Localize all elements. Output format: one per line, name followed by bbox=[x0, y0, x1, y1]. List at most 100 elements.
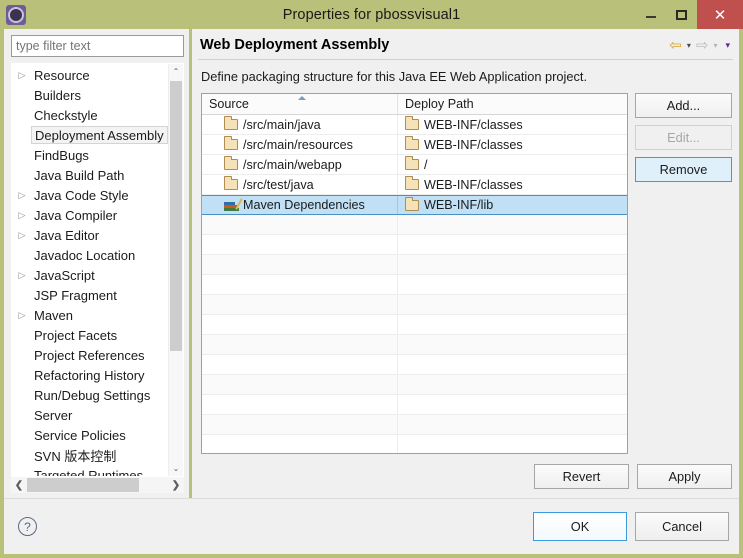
back-arrow-icon[interactable]: ⇦ bbox=[669, 38, 682, 53]
sidebar-item-label: Service Policies bbox=[34, 427, 126, 443]
sidebar-item-label: FindBugs bbox=[34, 147, 89, 163]
sidebar-item-findbugs[interactable]: FindBugs bbox=[12, 145, 168, 165]
folder-icon bbox=[405, 156, 419, 170]
sidebar-item-targeted-runtimes[interactable]: Targeted Runtimes bbox=[12, 465, 168, 477]
scroll-left-button[interactable]: ❮ bbox=[11, 477, 27, 493]
sidebar-item-java-editor[interactable]: ▷ Java Editor bbox=[12, 225, 168, 245]
sidebar-item-java-code-style[interactable]: ▷ Java Code Style bbox=[12, 185, 168, 205]
scroll-thumb[interactable] bbox=[170, 81, 182, 351]
sidebar-item-run-debug-settings[interactable]: Run/Debug Settings bbox=[12, 385, 168, 405]
sidebar-item-checkstyle[interactable]: Checkstyle bbox=[12, 105, 168, 125]
sidebar-item-project-facets[interactable]: Project Facets bbox=[12, 325, 168, 345]
sidebar-item-java-build-path[interactable]: Java Build Path bbox=[12, 165, 168, 185]
expand-chevron-right-icon[interactable]: ▷ bbox=[14, 310, 30, 320]
table-row[interactable]: Maven Dependencies WEB-INF/lib bbox=[202, 195, 627, 215]
sidebar-item-javascript[interactable]: ▷ JavaScript bbox=[12, 265, 168, 285]
table-cell-deploy-path: / bbox=[398, 155, 627, 174]
sidebar-item-maven[interactable]: ▷ Maven bbox=[12, 305, 168, 325]
filter-input[interactable] bbox=[11, 35, 184, 57]
table-empty-row bbox=[202, 295, 627, 315]
sidebar-item-resource[interactable]: ▷ Resource bbox=[12, 65, 168, 85]
scroll-down-button[interactable]: ⌄ bbox=[169, 461, 183, 476]
gear-icon bbox=[6, 4, 26, 25]
sidebar-item-refactoring-history[interactable]: Refactoring History bbox=[12, 365, 168, 385]
sidebar-item-service-policies[interactable]: Service Policies bbox=[12, 425, 168, 445]
help-icon[interactable]: ? bbox=[18, 517, 37, 536]
revert-button[interactable]: Revert bbox=[534, 464, 629, 489]
sidebar-horizontal-scrollbar[interactable]: ❮ ❯ bbox=[11, 477, 184, 493]
sidebar-item-project-references[interactable]: Project References bbox=[12, 345, 168, 365]
column-header-source-label: Source bbox=[209, 97, 249, 111]
table-cell-source-label: Maven Dependencies bbox=[243, 198, 365, 212]
sidebar-item-jsp-fragment[interactable]: JSP Fragment bbox=[12, 285, 168, 305]
apply-button[interactable]: Apply bbox=[637, 464, 732, 489]
scroll-right-button[interactable]: ❯ bbox=[168, 477, 184, 493]
settings-tree: ▷ Resource Builders Checkstyle Deployment As… bbox=[11, 63, 184, 477]
footer-buttons: OK Cancel bbox=[533, 512, 729, 541]
table-cell-source: /src/test/java bbox=[202, 175, 398, 194]
back-history-chevron-down-icon[interactable]: ▾ bbox=[684, 41, 694, 50]
navigation-arrows: ⇦ ▾ ⇨ ▾ ▾ bbox=[669, 38, 733, 53]
table-row[interactable]: /src/main/java WEB-INF/classes bbox=[202, 115, 627, 135]
assembly-table: Source Deploy Path /src/main/java WEB-INF… bbox=[201, 93, 628, 454]
apply-button-row: Revert Apply bbox=[192, 454, 739, 498]
scroll-up-button[interactable]: ⌃ bbox=[169, 64, 183, 79]
folder-icon bbox=[224, 156, 238, 170]
folder-icon bbox=[405, 176, 419, 190]
view-menu-chevron-down-icon[interactable]: ▾ bbox=[722, 40, 733, 51]
table-empty-row bbox=[202, 395, 627, 415]
sidebar-item-javadoc-location[interactable]: Javadoc Location bbox=[12, 245, 168, 265]
sidebar-item-svn[interactable]: SVN 版本控制 bbox=[12, 445, 168, 465]
sidebar-item-server[interactable]: Server bbox=[12, 405, 168, 425]
expand-chevron-right-icon[interactable]: ▷ bbox=[14, 230, 30, 240]
table-cell-source-label: /src/test/java bbox=[243, 177, 314, 192]
sidebar-item-label: Deployment Assembly bbox=[31, 126, 168, 144]
table-empty-row bbox=[202, 255, 627, 275]
table-cell-source-label: /src/main/resources bbox=[243, 137, 353, 152]
sidebar-item-deployment-assembly[interactable]: Deployment Assembly bbox=[12, 125, 168, 145]
column-header-deploy-path[interactable]: Deploy Path bbox=[398, 94, 627, 114]
table-cell-source: /src/main/resources bbox=[202, 135, 398, 154]
minimize-icon bbox=[645, 16, 656, 18]
close-button[interactable]: ✕ bbox=[697, 0, 743, 29]
horizontal-scroll-thumb[interactable] bbox=[27, 478, 139, 492]
table-header-row: Source Deploy Path bbox=[202, 94, 627, 115]
minimize-button[interactable] bbox=[635, 0, 666, 29]
dialog-footer: ? OK Cancel bbox=[4, 498, 739, 554]
folder-icon bbox=[405, 116, 419, 130]
sidebar-item-label: Project Facets bbox=[34, 327, 118, 343]
folder-icon bbox=[224, 116, 238, 130]
expand-chevron-right-icon[interactable]: ▷ bbox=[14, 210, 30, 220]
sidebar-item-java-compiler[interactable]: ▷ Java Compiler bbox=[12, 205, 168, 225]
window-title: Properties for pbossvisual1 bbox=[282, 6, 461, 23]
expand-chevron-right-icon[interactable]: ▷ bbox=[14, 70, 30, 80]
table-cell-deploy-path-label: WEB-INF/lib bbox=[424, 198, 494, 212]
table-row[interactable]: /src/main/resources WEB-INF/classes bbox=[202, 135, 627, 155]
table-cell-deploy-path-label: / bbox=[424, 157, 428, 172]
maximize-button[interactable] bbox=[666, 0, 697, 29]
table-empty-row bbox=[202, 215, 627, 235]
sidebar-item-builders[interactable]: Builders bbox=[12, 85, 168, 105]
folder-icon bbox=[405, 196, 419, 211]
sidebar-item-label: SVN 版本控制 bbox=[34, 448, 117, 464]
sidebar-item-label: Resource bbox=[34, 67, 90, 83]
settings-sidebar: ▷ Resource Builders Checkstyle Deployment As… bbox=[4, 29, 189, 498]
table-cell-source-label: /src/main/webapp bbox=[243, 157, 342, 172]
table-empty-row bbox=[202, 375, 627, 395]
ok-button[interactable]: OK bbox=[533, 512, 627, 541]
expand-chevron-right-icon[interactable]: ▷ bbox=[14, 270, 30, 280]
table-action-buttons: Add... Edit... Remove bbox=[628, 93, 732, 454]
remove-button[interactable]: Remove bbox=[635, 157, 732, 182]
sidebar-item-label: Java Code Style bbox=[34, 187, 129, 203]
cancel-button[interactable]: Cancel bbox=[635, 512, 729, 541]
sidebar-vertical-scrollbar[interactable]: ⌃ ⌄ bbox=[168, 64, 183, 476]
table-row[interactable]: /src/test/java WEB-INF/classes bbox=[202, 175, 627, 195]
table-cell-deploy-path: WEB-INF/classes bbox=[398, 175, 627, 194]
add-button[interactable]: Add... bbox=[635, 93, 732, 118]
sidebar-item-label: JavaScript bbox=[34, 267, 95, 283]
table-row[interactable]: /src/main/webapp / bbox=[202, 155, 627, 175]
sidebar-item-label: Run/Debug Settings bbox=[34, 387, 151, 403]
expand-chevron-right-icon[interactable]: ▷ bbox=[14, 190, 30, 200]
column-header-source[interactable]: Source bbox=[202, 94, 398, 114]
maximize-icon bbox=[676, 9, 687, 20]
